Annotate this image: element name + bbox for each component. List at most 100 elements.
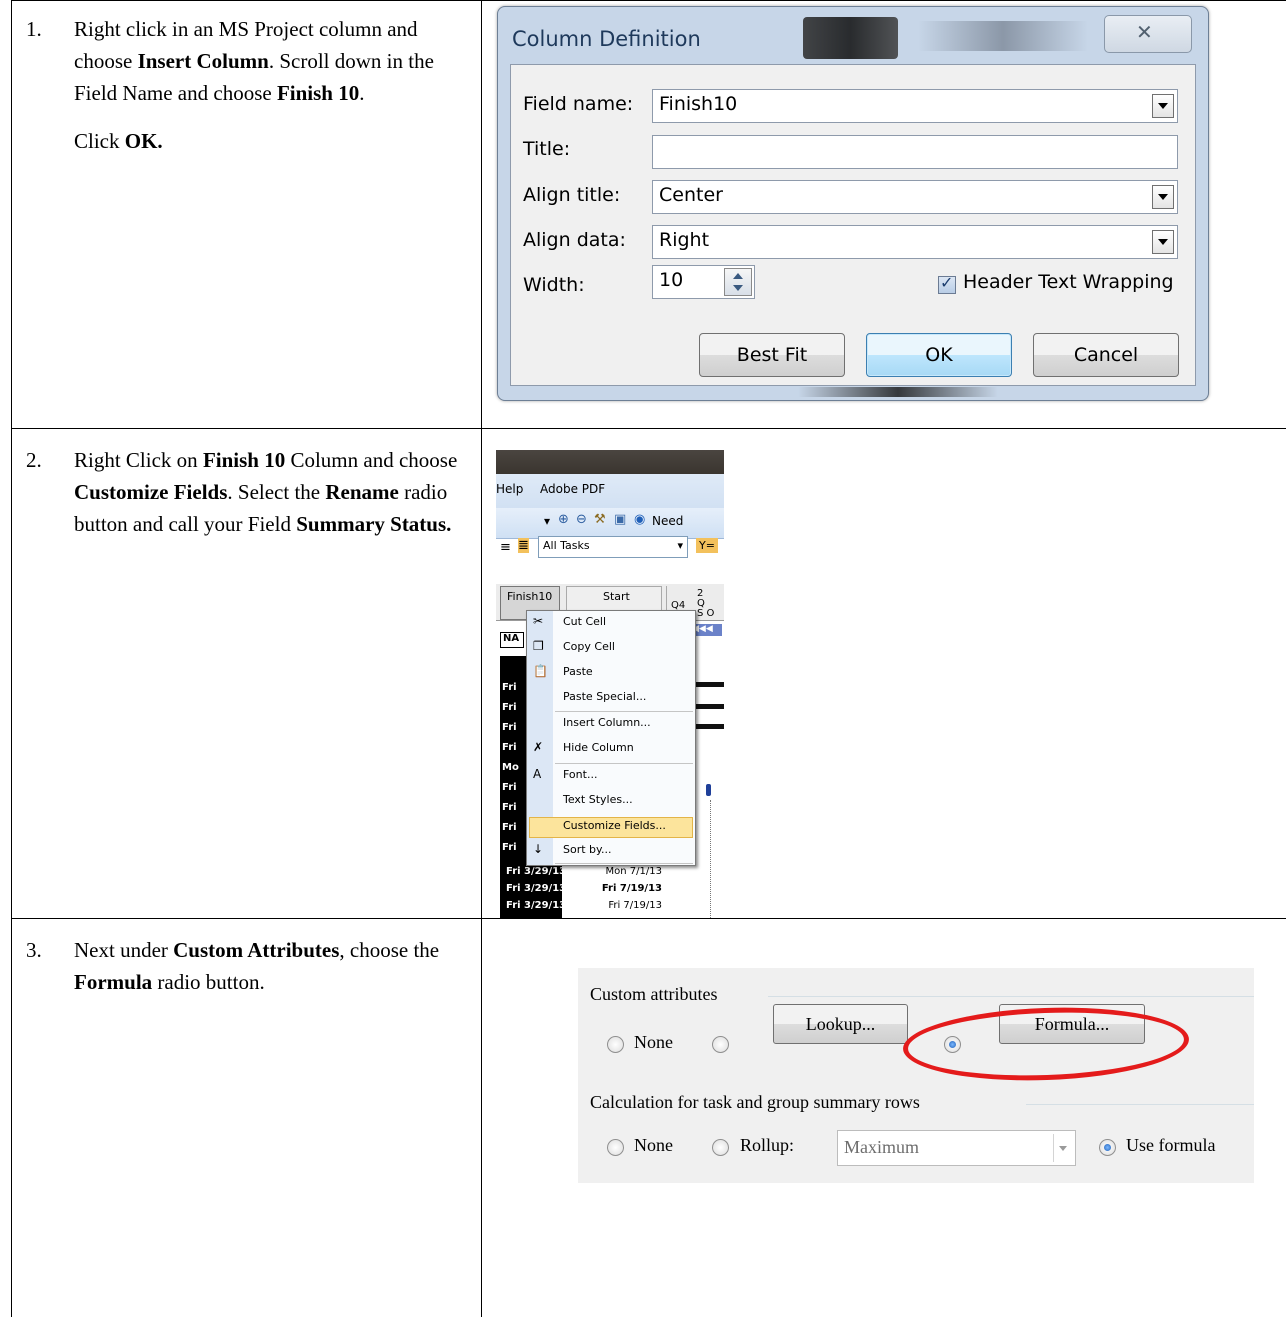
ok-button[interactable]: OK bbox=[866, 333, 1012, 377]
context-menu-item[interactable]: Text Styles... bbox=[563, 793, 633, 806]
menu-help[interactable]: Help bbox=[496, 482, 523, 496]
context-menu-item[interactable]: Sort by... bbox=[563, 843, 611, 856]
dialog-body: Field name: Finish10 Title: Align title:… bbox=[510, 64, 1196, 386]
none-label: None bbox=[634, 1032, 673, 1052]
cancel-button[interactable]: Cancel bbox=[1033, 333, 1179, 377]
table-border-left bbox=[11, 0, 12, 1317]
dropdown-arrow-icon[interactable]: ▾ bbox=[544, 514, 550, 528]
field-name-label: Field name: bbox=[523, 93, 634, 115]
finish-cell: Fri 3/29/13 bbox=[506, 900, 567, 911]
date-line bbox=[710, 800, 711, 918]
align-data-select[interactable]: Right bbox=[652, 225, 1178, 259]
view-icon[interactable]: ▣ bbox=[614, 512, 626, 527]
none2-radio[interactable] bbox=[607, 1139, 624, 1156]
context-menu-item[interactable]: Customize Fields... bbox=[563, 819, 666, 832]
align-title-label: Align title: bbox=[523, 184, 621, 206]
width-stepper[interactable]: 10 bbox=[652, 265, 755, 299]
step-paragraph: Right click in an MS Project column and … bbox=[74, 13, 474, 109]
menu-separator bbox=[555, 763, 693, 764]
na-cell: NA bbox=[500, 632, 524, 648]
gantt-bar bbox=[696, 724, 724, 729]
hide-column-icon: ✗ bbox=[533, 740, 544, 754]
chevron-down-icon[interactable] bbox=[1152, 185, 1174, 209]
align-title-select[interactable]: Center bbox=[652, 180, 1178, 214]
bold-term: Custom Attributes bbox=[173, 938, 340, 962]
context-menu: Cut Cell ✂ Copy Cell ❐ Paste 📋 Paste Special..… bbox=[526, 610, 696, 866]
spin-arrows-icon[interactable] bbox=[724, 268, 752, 296]
zoom-in-icon[interactable]: ⊕ bbox=[558, 512, 569, 527]
field-name-value: Finish10 bbox=[659, 93, 738, 115]
context-menu-item[interactable]: Paste bbox=[563, 665, 593, 678]
paste-icon: 📋 bbox=[533, 664, 548, 678]
menu-separator bbox=[555, 711, 693, 712]
column-header-label: Start bbox=[603, 590, 630, 603]
dialog-title: Column Definition bbox=[512, 27, 701, 51]
none2-label: None bbox=[634, 1135, 673, 1155]
step-number: 2. bbox=[26, 448, 42, 472]
step-text-run: . Select the bbox=[227, 480, 326, 504]
none-radio[interactable] bbox=[607, 1036, 624, 1053]
context-menu-item[interactable]: Insert Column... bbox=[563, 716, 651, 729]
rollup-radio[interactable] bbox=[712, 1139, 729, 1156]
zoom-out-icon[interactable]: ⊖ bbox=[576, 512, 587, 527]
field-name-select[interactable]: Finish10 bbox=[652, 89, 1178, 123]
finish-cell: Fri bbox=[502, 742, 517, 753]
step-text-run: radio button. bbox=[152, 970, 265, 994]
header-wrap-checkbox[interactable]: ✓ bbox=[938, 273, 956, 294]
chevron-down-icon[interactable] bbox=[1053, 1134, 1072, 1162]
use-formula-label: Use formula bbox=[1126, 1135, 1216, 1155]
context-menu-item[interactable]: Font... bbox=[563, 768, 597, 781]
finish-cell: Fri bbox=[502, 682, 517, 693]
step-paragraph: Click OK. bbox=[74, 125, 474, 157]
gantt-bar bbox=[696, 704, 724, 709]
help-icon[interactable]: ◉ bbox=[634, 512, 645, 527]
menu-separator bbox=[555, 863, 693, 864]
step-text: Next under Custom Attributes, choose the… bbox=[74, 934, 474, 1014]
chevron-down-icon[interactable]: ▾ bbox=[677, 539, 683, 552]
finish-cell: Fri bbox=[502, 702, 517, 713]
rollup-select[interactable]: Maximum bbox=[837, 1130, 1076, 1166]
start-cell: Fri 7/19/13 bbox=[608, 900, 662, 911]
close-icon: ✕ bbox=[1136, 20, 1153, 44]
best-fit-button[interactable]: Best Fit bbox=[699, 333, 845, 377]
filter-value: All Tasks bbox=[543, 539, 590, 552]
align-data-value: Right bbox=[659, 229, 710, 251]
table-row-divider-1 bbox=[11, 428, 1286, 429]
finish-cell: Mo bbox=[502, 762, 519, 773]
context-menu-item[interactable]: Hide Column bbox=[563, 741, 634, 754]
table-divider bbox=[481, 0, 482, 1317]
step-text-run: , choose the bbox=[339, 938, 440, 962]
bold-term: Insert Column bbox=[137, 49, 269, 73]
step-text: Right Click on Finish 10 Column and choo… bbox=[74, 444, 474, 556]
sort-icon: ↓ bbox=[533, 842, 544, 856]
context-menu-item[interactable]: Copy Cell bbox=[563, 640, 615, 653]
title-input[interactable] bbox=[652, 135, 1178, 169]
align-right-icon[interactable]: ≣ bbox=[518, 538, 529, 553]
use-formula-radio[interactable] bbox=[1099, 1139, 1116, 1156]
column-header-label: Finish10 bbox=[507, 590, 553, 603]
align-title-value: Center bbox=[659, 184, 723, 206]
step-text-run: Click bbox=[74, 129, 125, 153]
table-row-divider-2 bbox=[11, 918, 1286, 919]
finish-cell: Fri 3/29/13 bbox=[506, 866, 567, 877]
scissors-icon: ✂ bbox=[533, 614, 544, 628]
menu-adobe-pdf[interactable]: Adobe PDF bbox=[540, 482, 605, 496]
lookup-radio[interactable] bbox=[712, 1036, 729, 1053]
context-menu-item[interactable]: Paste Special... bbox=[563, 690, 646, 703]
align-data-label: Align data: bbox=[523, 229, 626, 251]
chevron-down-icon[interactable] bbox=[1152, 230, 1174, 254]
background-window-fragment bbox=[918, 21, 1088, 51]
rollup-value: Maximum bbox=[844, 1137, 919, 1157]
context-menu-item[interactable]: Cut Cell bbox=[563, 615, 606, 628]
align-center-icon[interactable]: ≡ bbox=[500, 540, 511, 555]
close-button[interactable]: ✕ bbox=[1104, 15, 1192, 53]
filter-select[interactable]: All Tasks ▾ bbox=[538, 536, 688, 558]
bold-term: OK. bbox=[124, 129, 163, 153]
step-number: 3. bbox=[26, 938, 42, 962]
autofilter-icon[interactable]: Y= bbox=[696, 538, 718, 553]
chevron-down-icon[interactable] bbox=[1152, 94, 1174, 118]
lookup-button[interactable]: Lookup... bbox=[773, 1004, 908, 1044]
bold-term: Finish 10 bbox=[202, 448, 286, 472]
tools-icon[interactable]: ⚒ bbox=[594, 512, 606, 527]
step-text-run: Next under bbox=[74, 938, 174, 962]
